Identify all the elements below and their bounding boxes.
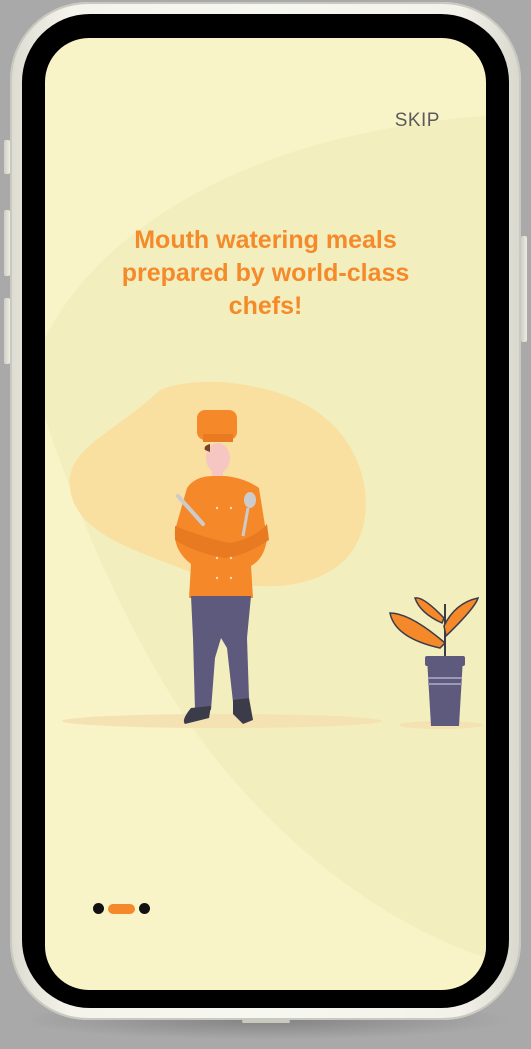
app-screen: SKIP Mouth watering meals prepared by wo…: [45, 38, 486, 990]
page-dot-1[interactable]: [93, 903, 104, 914]
onboarding-pagination: [93, 903, 150, 914]
page-dot-3[interactable]: [139, 903, 150, 914]
ground-shadow: [62, 714, 382, 728]
page-dot-2-active[interactable]: [108, 903, 135, 914]
home-indicator: [242, 1020, 290, 1023]
power-button: [521, 236, 527, 342]
volume-down-button: [4, 298, 10, 364]
potted-plant: [389, 596, 480, 726]
volume-up-button: [4, 210, 10, 276]
silent-switch: [4, 140, 10, 174]
device-stage: SKIP Mouth watering meals prepared by wo…: [0, 0, 531, 1049]
chef-illustration: [62, 381, 483, 729]
